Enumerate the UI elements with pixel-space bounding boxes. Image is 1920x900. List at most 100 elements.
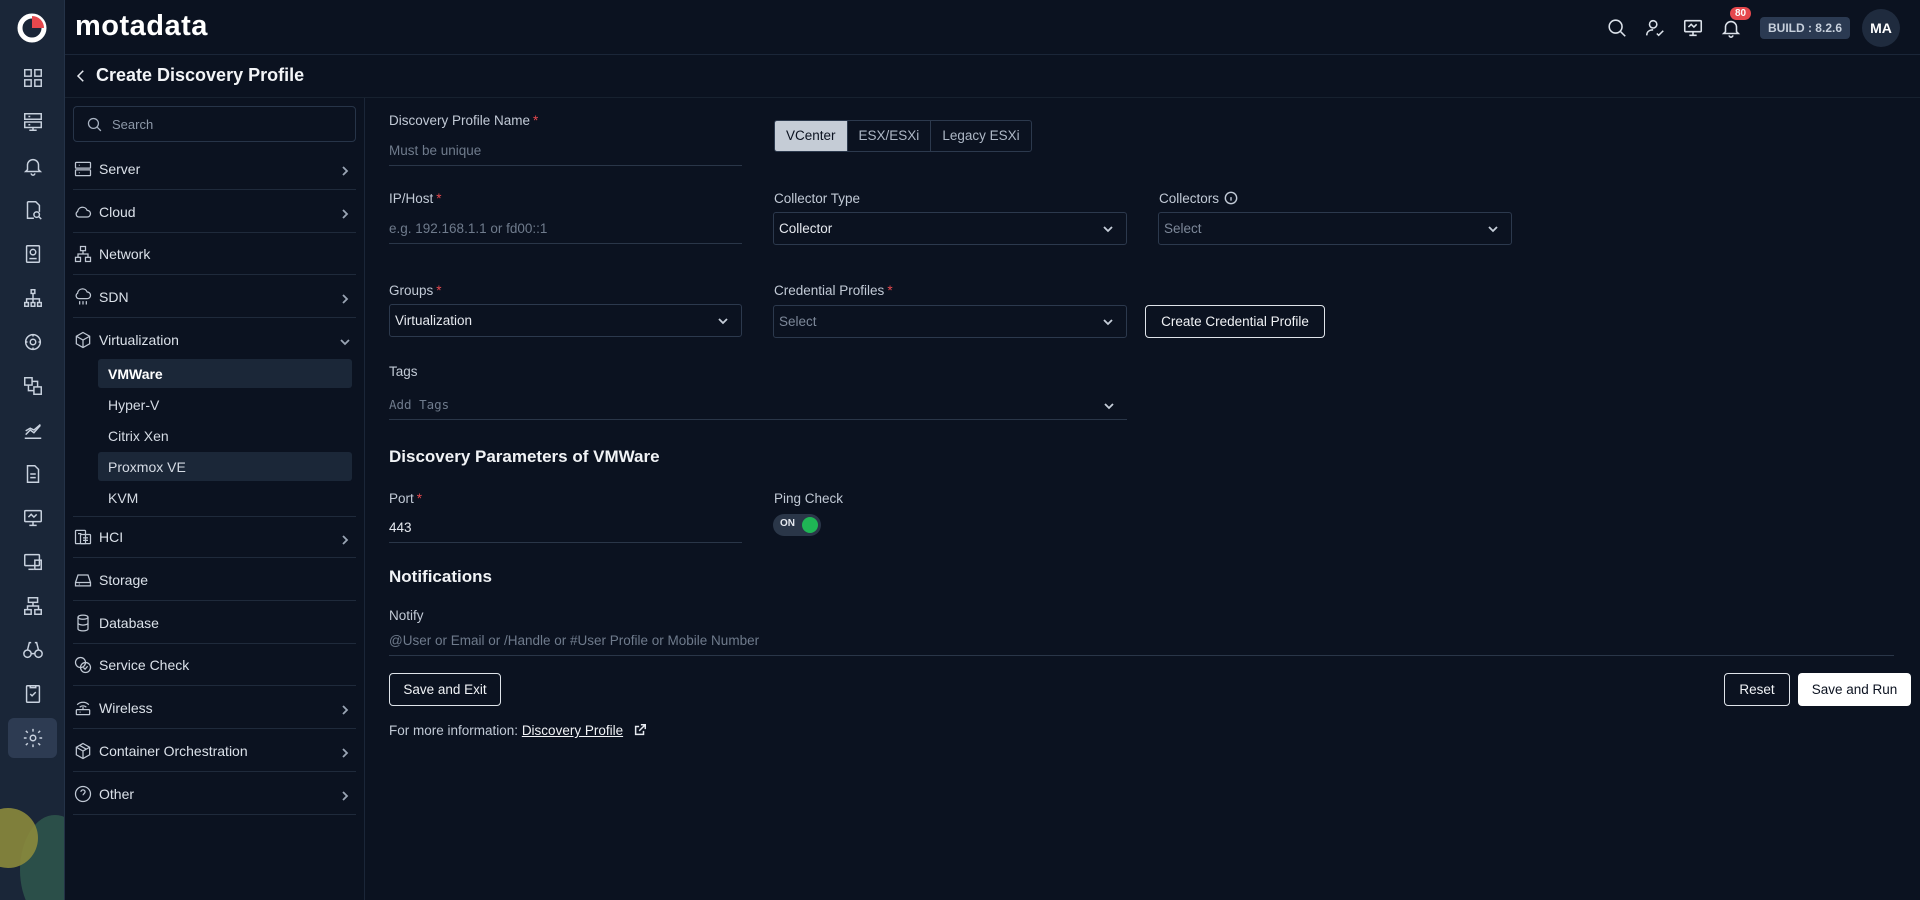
ping-check-toggle[interactable]: ON [773, 514, 821, 536]
log-search-icon[interactable] [8, 190, 57, 230]
collector-type-select[interactable]: Collector [773, 212, 1127, 245]
sdn-icon [73, 287, 93, 307]
cloud-icon [73, 202, 93, 222]
category-hci[interactable]: HCI [73, 516, 356, 558]
sub-item-citrix-xen[interactable]: Citrix Xen [98, 421, 352, 450]
category-label: Database [99, 614, 159, 631]
category-database[interactable]: Database [73, 602, 356, 644]
tab-vcenter[interactable]: VCenter [775, 121, 848, 151]
notify-field [389, 626, 1894, 656]
tags-label: Tags [389, 364, 418, 379]
chevron-right-icon [340, 163, 350, 176]
chevron-right-icon [340, 702, 350, 715]
document-icon[interactable] [8, 454, 57, 494]
category-virtualization[interactable]: Virtualization [73, 319, 356, 361]
category-label: HCI [99, 529, 124, 545]
brand-logo[interactable]: motadata [75, 10, 208, 43]
service-check-icon [73, 655, 93, 675]
create-credential-profile-button[interactable]: Create Credential Profile [1145, 305, 1325, 338]
chevron-down-icon[interactable] [1103, 400, 1115, 412]
motadata-logo-icon[interactable] [16, 12, 48, 44]
port-input[interactable]: 443 [389, 520, 412, 535]
reset-button[interactable]: Reset [1724, 673, 1790, 706]
ping-check-label: Ping Check [774, 491, 844, 506]
category-sdn[interactable]: SDN [73, 276, 356, 318]
save-and-run-button[interactable]: Save and Run [1798, 673, 1911, 706]
category-label: Other [99, 785, 135, 802]
chevron-right-icon [340, 291, 350, 304]
category-panel: Server Cloud Network SDN Virtualization … [65, 98, 365, 900]
bell-icon[interactable]: 80 [1718, 7, 1752, 41]
settings-icon[interactable] [8, 718, 57, 758]
inventory-icon[interactable] [8, 102, 57, 142]
back-arrow-icon[interactable] [72, 67, 92, 87]
credential-profiles-select[interactable]: Select [773, 305, 1127, 338]
monitor-icon[interactable] [8, 498, 57, 538]
toggle-knob [802, 517, 818, 533]
category-label: Wireless [99, 699, 153, 716]
database-icon [73, 613, 93, 633]
external-link-icon[interactable] [633, 723, 647, 737]
discovery-profile-link[interactable]: Discovery Profile [522, 723, 623, 738]
profile-name-label: Discovery Profile Name * [389, 113, 539, 128]
header-actions: 80 BUILD : 8.2.6 MA [1604, 7, 1900, 47]
ip-host-field [389, 214, 742, 244]
help-circle-icon [73, 784, 93, 804]
app-icon[interactable] [8, 542, 57, 582]
category-label: Virtualization [99, 332, 179, 348]
groups-label: Groups * [389, 283, 442, 298]
dashboard-icon[interactable] [8, 58, 57, 98]
monitor-icon[interactable] [1680, 15, 1706, 41]
category-label: SDN [99, 288, 129, 305]
container-icon [73, 741, 93, 761]
toggle-state-text: ON [780, 518, 795, 529]
category-service-check[interactable]: Service Check [73, 644, 356, 686]
tab-esx-esxi[interactable]: ESX/ESXi [848, 121, 932, 151]
notification-badge: 80 [1729, 7, 1752, 20]
info-icon[interactable] [1224, 191, 1238, 205]
sub-item-proxmox-ve[interactable]: Proxmox VE [98, 452, 352, 481]
category-server[interactable]: Server [73, 148, 356, 190]
category-other[interactable]: Other [73, 773, 356, 815]
category-label: Server [99, 160, 141, 177]
build-version-badge: BUILD : 8.2.6 [1759, 17, 1850, 39]
collectors-value: Select [1164, 221, 1202, 236]
category-storage[interactable]: Storage [73, 559, 356, 601]
category-container-orchestration[interactable]: Container Orchestration [73, 730, 356, 772]
user-check-icon[interactable] [1642, 15, 1668, 41]
metric-explorer-icon[interactable] [8, 410, 57, 450]
collectors-select[interactable]: Select [1158, 212, 1512, 245]
category-network[interactable]: Network [73, 233, 356, 275]
sub-item-hyper-v[interactable]: Hyper-V [98, 390, 352, 419]
network-icon [73, 244, 93, 264]
groups-select[interactable]: Virtualization [389, 304, 742, 337]
profile-name-input[interactable] [389, 143, 742, 158]
server-icon [73, 159, 93, 179]
category-wireless[interactable]: Wireless [73, 687, 356, 729]
flow-icon[interactable] [8, 366, 57, 406]
audit-icon[interactable] [8, 674, 57, 714]
avatar[interactable]: MA [1862, 9, 1900, 47]
alert-bell-icon[interactable] [8, 146, 57, 186]
sub-item-vmware[interactable]: VMWare [98, 359, 352, 388]
search-input[interactable] [112, 107, 342, 141]
topology-icon[interactable] [8, 278, 57, 318]
collector-type-label: Collector Type [774, 191, 861, 206]
tab-legacy-esxi[interactable]: Legacy ESXi [931, 121, 1030, 151]
search-icon[interactable] [1604, 15, 1630, 41]
notify-input[interactable] [389, 633, 1894, 648]
network-icon[interactable] [8, 586, 57, 626]
sub-item-kvm[interactable]: KVM [98, 483, 352, 512]
discovery-icon[interactable] [8, 322, 57, 362]
collector-type-value: Collector [779, 221, 833, 236]
credential-profiles-label: Credential Profiles * [774, 283, 893, 298]
category-cloud[interactable]: Cloud [73, 191, 356, 233]
category-label: Service Check [99, 656, 190, 673]
report-icon[interactable] [8, 234, 57, 274]
tags-input[interactable] [389, 397, 1127, 412]
binoculars-icon[interactable] [8, 630, 57, 670]
chevron-right-icon [340, 532, 350, 545]
tags-field [389, 390, 1127, 420]
save-and-exit-button[interactable]: Save and Exit [389, 673, 501, 706]
ip-host-input[interactable] [389, 221, 742, 236]
